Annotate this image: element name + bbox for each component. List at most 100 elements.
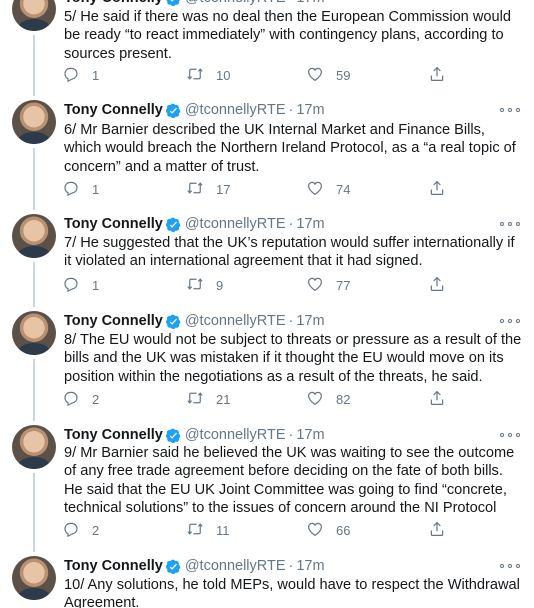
avatar[interactable]: [12, 100, 56, 144]
verified-badge-icon: [165, 217, 181, 232]
more-options-icon[interactable]: [500, 218, 520, 230]
tweet-header: Tony Connelly @tconnellyRTE · 17m: [64, 556, 325, 576]
avatar[interactable]: [12, 311, 56, 355]
heart-icon: [306, 179, 336, 200]
verified-badge-icon: [165, 314, 181, 329]
tweet-text: 7/ He suggested that the UK’s reputation…: [64, 235, 515, 270]
author-handle[interactable]: @tconnellyRTE: [185, 313, 286, 329]
timestamp[interactable]: 17m: [296, 0, 324, 6]
timestamp[interactable]: 17m: [296, 102, 324, 118]
more-options-icon[interactable]: [500, 104, 520, 116]
retweet-count: 21: [216, 391, 231, 407]
separator-dot: ·: [288, 427, 294, 443]
share-icon: [428, 179, 458, 200]
author-name[interactable]: Tony Connelly: [64, 102, 163, 118]
author-handle[interactable]: @tconnellyRTE: [185, 427, 286, 443]
avatar[interactable]: [12, 425, 56, 469]
thread-connector-line: [33, 473, 35, 552]
author-name[interactable]: Tony Connelly: [64, 427, 163, 443]
share-button[interactable]: [428, 179, 458, 199]
retweet-icon: [186, 275, 216, 296]
reply-icon: [62, 275, 92, 296]
separator-dot: ·: [288, 558, 294, 574]
tweet-text: 6/ Mr Barnier described the UK Internal …: [64, 122, 516, 175]
thread-connector-line: [33, 262, 35, 307]
like-button[interactable]: 77: [306, 275, 350, 295]
timestamp[interactable]: 17m: [296, 313, 324, 329]
tweet-header: Tony Connelly @tconnellyRTE · 17m: [64, 425, 325, 445]
retweet-count: 9: [216, 277, 224, 293]
timestamp[interactable]: 17m: [296, 216, 324, 232]
tweet-actions: 1 10 59: [62, 65, 452, 85]
reply-icon: [62, 520, 92, 541]
avatar[interactable]: [12, 556, 56, 600]
author-handle[interactable]: @tconnellyRTE: [185, 0, 286, 6]
verified-badge-icon: [165, 559, 181, 574]
retweet-button[interactable]: 17: [186, 179, 230, 199]
like-button[interactable]: 59: [306, 65, 350, 85]
heart-icon: [306, 65, 336, 86]
retweet-icon: [186, 179, 216, 200]
reply-count: 2: [92, 522, 100, 538]
retweet-button[interactable]: 21: [186, 389, 230, 409]
share-button[interactable]: [428, 275, 458, 295]
separator-dot: ·: [288, 102, 294, 118]
like-button[interactable]: 66: [306, 520, 350, 540]
more-options-icon[interactable]: [500, 315, 520, 327]
author-name[interactable]: Tony Connelly: [64, 216, 163, 232]
tweet-actions: 2 21 82: [62, 389, 452, 409]
reply-button[interactable]: 1: [62, 275, 99, 295]
reply-button[interactable]: 1: [62, 65, 99, 85]
retweet-button[interactable]: 10: [186, 65, 230, 85]
tweet-header: Tony Connelly @tconnellyRTE · 17m: [64, 0, 325, 8]
more-options-icon[interactable]: [500, 429, 520, 441]
retweet-icon: [186, 389, 216, 410]
tweet-text: 9/ Mr Barnier said he believed the UK wa…: [64, 445, 515, 516]
author-name[interactable]: Tony Connelly: [64, 0, 163, 6]
author-handle[interactable]: @tconnellyRTE: [185, 558, 286, 574]
author-handle[interactable]: @tconnellyRTE: [185, 102, 286, 118]
author-name[interactable]: Tony Connelly: [64, 313, 163, 329]
thread-connector-line: [33, 359, 35, 421]
timestamp[interactable]: 17m: [296, 558, 324, 574]
tweet-header: Tony Connelly @tconnellyRTE · 17m: [64, 100, 325, 120]
avatar[interactable]: [12, 0, 56, 31]
timestamp[interactable]: 17m: [296, 427, 324, 443]
tweet-text: 5/ He said if there was no deal then the…: [64, 9, 511, 62]
like-count: 59: [336, 67, 351, 83]
like-count: 74: [336, 181, 351, 197]
author-handle[interactable]: @tconnellyRTE: [185, 216, 286, 232]
share-button[interactable]: [428, 65, 458, 85]
share-button[interactable]: [428, 389, 458, 409]
retweet-icon: [186, 65, 216, 86]
share-icon: [428, 275, 458, 296]
separator-dot: ·: [288, 216, 294, 232]
tweet-actions: 2 11 66: [62, 520, 452, 540]
reply-count: 1: [92, 67, 100, 83]
retweet-button[interactable]: 9: [186, 275, 223, 295]
like-count: 66: [336, 522, 351, 538]
share-icon: [428, 65, 458, 86]
reply-button[interactable]: 1: [62, 179, 99, 199]
share-button[interactable]: [428, 520, 458, 540]
reply-button[interactable]: 2: [62, 520, 99, 540]
separator-dot: ·: [289, 0, 294, 6]
reply-count: 1: [92, 277, 100, 293]
reply-count: 1: [92, 181, 100, 197]
reply-button[interactable]: 2: [62, 389, 99, 409]
retweet-button[interactable]: 11: [186, 520, 230, 540]
author-name[interactable]: Tony Connelly: [64, 558, 163, 574]
reply-icon: [62, 179, 92, 200]
reply-count: 2: [92, 391, 100, 407]
verified-badge-icon: [165, 103, 181, 118]
like-count: 77: [336, 277, 351, 293]
share-icon: [428, 520, 458, 541]
avatar[interactable]: [12, 214, 56, 258]
reply-icon: [62, 65, 92, 86]
retweet-count: 17: [216, 181, 231, 197]
share-icon: [428, 389, 458, 410]
more-options-icon[interactable]: [500, 560, 520, 572]
like-button[interactable]: 74: [306, 179, 350, 199]
like-button[interactable]: 82: [306, 389, 350, 409]
more-options-icon[interactable]: [500, 0, 520, 4]
